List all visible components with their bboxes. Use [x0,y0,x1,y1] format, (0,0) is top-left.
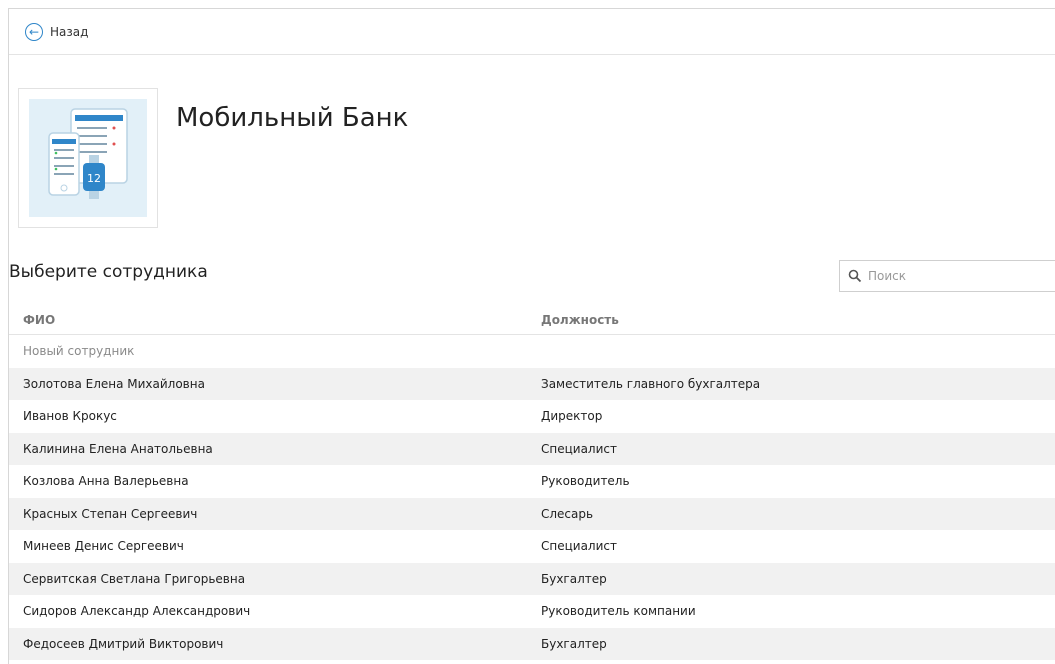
employee-position: Руководитель [541,474,630,489]
table-row[interactable]: Минеев Денис Сергеевич Специалист [9,530,1055,563]
employee-name: Федосеев Дмитрий Викторович [23,636,224,651]
search-input[interactable]: Поиск [839,260,1055,292]
table-row[interactable]: Золотова Елена Михайловна Заместитель гл… [9,367,1055,400]
table-row[interactable]: Козлова Анна Валерьевна Руководитель [9,465,1055,498]
employee-position: Заместитель главного бухгалтера [541,376,761,391]
employee-position: Бухгалтер [541,636,607,651]
employee-position: Специалист [541,539,617,554]
table-row[interactable]: Калинина Елена Анатольевна Специалист [9,432,1055,465]
employee-table: ФИО Должность Новый сотрудник Золотова Е… [9,305,1055,660]
top-bar: ← Назад [9,9,1055,55]
back-button[interactable]: Назад [50,25,88,39]
new-employee-row[interactable]: Новый сотрудник [9,335,1055,368]
employee-name: Красных Степан Сергеевич [23,506,198,521]
svg-text:12: 12 [87,172,101,185]
mobile-bank-app-icon: 12 [29,99,147,217]
table-header: ФИО Должность [9,305,1055,335]
employee-name: Новый сотрудник [23,344,135,359]
employee-position: Бухгалтер [541,571,607,586]
table-row[interactable]: Федосеев Дмитрий Викторович Бухгалтер [9,627,1055,660]
employee-name: Золотова Елена Михайловна [23,376,205,391]
column-header-name[interactable]: ФИО [23,313,55,327]
employee-name: Козлова Анна Валерьевна [23,474,189,489]
employee-name: Сидоров Александр Александрович [23,604,251,619]
employee-name: Сервитская Светлана Григорьевна [23,571,246,586]
table-row[interactable]: Сидоров Александр Александрович Руководи… [9,595,1055,628]
table-row[interactable]: Иванов Крокус Директор [9,400,1055,433]
page-title: Мобильный Банк [176,103,409,133]
arrow-left-circle-icon[interactable]: ← [25,22,43,41]
employee-position: Специалист [541,441,617,456]
employee-name: Калинина Елена Анатольевна [23,441,213,456]
employee-position: Директор [541,409,603,424]
search-icon [848,269,862,283]
column-header-position[interactable]: Должность [541,313,619,327]
app-thumbnail: 12 [18,88,158,228]
section-title: Выберите сотрудника [9,262,208,282]
table-row[interactable]: Красных Степан Сергеевич Слесарь [9,497,1055,530]
employee-position: Руководитель компании [541,604,696,619]
employee-name: Минеев Денис Сергеевич [23,539,184,554]
employee-position: Слесарь [541,506,594,521]
employee-name: Иванов Крокус [23,409,117,424]
app-window: ← Назад 12 Мобильный Банк Выберите сотру… [8,8,1055,664]
table-row[interactable]: Сервитская Светлана Григорьевна Бухгалте… [9,562,1055,595]
search-placeholder: Поиск [868,269,907,283]
